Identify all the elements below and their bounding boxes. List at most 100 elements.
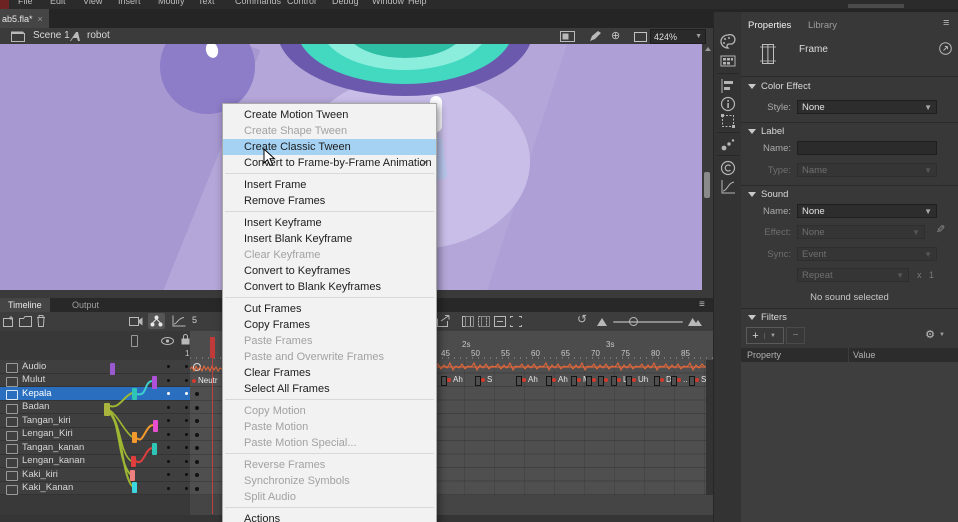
delete-layer-icon[interactable] — [36, 315, 46, 327]
tab-properties[interactable]: Properties — [748, 20, 791, 31]
visibility-eye-icon[interactable] — [161, 337, 174, 345]
menu-edit[interactable]: Edit — [50, 0, 66, 6]
motion-editor-icon[interactable] — [720, 179, 736, 195]
menu-item-cut-frames[interactable]: Cut Frames — [223, 301, 436, 317]
swatches-icon[interactable] — [720, 53, 736, 69]
menu-item-create-classic-tween[interactable]: Create Classic Tween — [223, 139, 436, 155]
lock-icon[interactable] — [181, 334, 190, 345]
onion-skin-icon[interactable] — [462, 316, 474, 327]
menu-item-clear-frames[interactable]: Clear Frames — [223, 365, 436, 381]
section-sound[interactable]: Sound — [748, 189, 788, 200]
menu-insert[interactable]: Insert — [118, 0, 141, 6]
new-layer-icon[interactable] — [3, 316, 15, 327]
disclosure-triangle-icon — [748, 315, 756, 320]
sound-repeat-dropdown: Repeat ▼ — [797, 268, 909, 282]
section-color-effect[interactable]: Color Effect — [748, 81, 810, 92]
menu-modify[interactable]: Modify — [158, 0, 185, 6]
camera-icon[interactable] — [129, 316, 143, 327]
menu-item-actions[interactable]: Actions — [223, 511, 436, 522]
menu-item-paste-motion-special: Paste Motion Special... — [223, 435, 436, 451]
info-panel-icon[interactable] — [720, 96, 736, 112]
label-name-input[interactable] — [797, 141, 937, 155]
menu-window[interactable]: Window — [372, 0, 404, 6]
close-tab-icon[interactable]: × — [38, 14, 43, 24]
breadcrumb-symbol[interactable]: robot — [87, 30, 110, 41]
menu-separator — [225, 507, 434, 508]
mouse-cursor — [263, 148, 276, 167]
menu-help[interactable]: Help — [408, 0, 427, 6]
menu-item-remove-frames[interactable]: Remove Frames — [223, 193, 436, 209]
menu-item-copy-frames[interactable]: Copy Frames — [223, 317, 436, 333]
help-link-icon[interactable] — [939, 42, 952, 55]
zoom-out-frames-icon[interactable] — [597, 318, 607, 326]
chevron-down-icon: ▼ — [695, 33, 702, 40]
brush-settings-icon[interactable] — [720, 137, 736, 153]
center-frame-icon[interactable]: ⊕ — [611, 29, 620, 42]
menu-text[interactable]: Text — [198, 0, 215, 6]
export-frames-icon[interactable] — [437, 315, 450, 327]
tab-output[interactable]: Output — [64, 298, 107, 312]
modify-markers-icon[interactable] — [510, 316, 522, 327]
edit-sound-pencil-icon[interactable]: ✎ — [936, 223, 945, 236]
layer-icon — [6, 431, 18, 441]
document-tab[interactable]: ab5.fla* × — [0, 9, 49, 28]
menu-item-copy-motion: Copy Motion — [223, 403, 436, 419]
playhead-marker[interactable] — [210, 337, 215, 358]
style-dropdown[interactable]: None ▼ — [797, 100, 937, 114]
menu-debug[interactable]: Debug — [332, 0, 359, 6]
menu-item-insert-keyframe[interactable]: Insert Keyframe — [223, 215, 436, 231]
breadcrumb-scene[interactable]: Scene 1 — [33, 30, 70, 41]
menu-item-convert-to-keyframes[interactable]: Convert to Keyframes — [223, 263, 436, 279]
menu-commands[interactable]: Commands — [235, 0, 281, 6]
remove-filter-button[interactable]: − — [786, 327, 805, 344]
menu-item-synchronize-symbols: Synchronize Symbols — [223, 473, 436, 489]
menu-control[interactable]: Control — [287, 0, 316, 6]
menu-item-convert-frame-by-frame[interactable]: Convert to Frame-by-Frame Animation > — [223, 155, 436, 171]
edit-symbols-icon[interactable] — [589, 31, 602, 42]
clip-icon[interactable] — [560, 31, 575, 42]
menu-view[interactable]: View — [83, 0, 102, 6]
new-folder-icon[interactable] — [19, 316, 32, 327]
cc-libraries-icon[interactable] — [720, 160, 736, 176]
zoom-in-frames-icon[interactable] — [688, 316, 702, 326]
fit-to-window-icon[interactable] — [634, 32, 647, 42]
section-filters[interactable]: Filters — [748, 312, 787, 323]
parenting-view-icon — [150, 315, 163, 327]
add-filter-button[interactable]: + ▼ — [746, 327, 784, 344]
zoom-level-select[interactable]: 424% ▼ — [650, 29, 706, 44]
tab-timeline[interactable]: Timeline — [0, 298, 50, 312]
menu-file[interactable]: File — [18, 0, 33, 6]
frame-zoom-slider-knob[interactable] — [629, 317, 638, 326]
filters-value-column: Value — [853, 350, 875, 360]
frame-1-column[interactable]: Neutr — [190, 360, 222, 495]
undo-icon[interactable]: ↺ — [577, 312, 587, 326]
menu-item-insert-frame[interactable]: Insert Frame — [223, 177, 436, 193]
edit-multiple-frames-icon[interactable] — [494, 316, 506, 327]
sound-name-dropdown[interactable]: None ▼ — [797, 204, 937, 218]
timeline-frames-grid[interactable]: Ah S Ah Ah M E L Uh D .. S — [435, 360, 706, 495]
onion-skin-outline-icon[interactable] — [478, 316, 490, 327]
frame-zoom-slider-track[interactable] — [613, 321, 683, 323]
sound-name-label: Name: — [741, 206, 791, 217]
stage-vscroll-thumb[interactable] — [704, 172, 710, 198]
menu-item-convert-to-blank-keyframes[interactable]: Convert to Blank Keyframes — [223, 279, 436, 295]
graph-editor-icon[interactable] — [172, 315, 186, 327]
ruler-frame-1: 1 — [185, 349, 189, 358]
transform-panel-icon[interactable] — [720, 113, 736, 129]
menu-item-create-motion-tween[interactable]: Create Motion Tween — [223, 107, 436, 123]
timeline-panel-menu-icon[interactable]: ≡ — [699, 299, 705, 310]
layer-color-swatch-kepala — [132, 388, 137, 400]
color-palette-icon[interactable] — [720, 34, 736, 50]
section-label[interactable]: Label — [748, 126, 784, 137]
menu-item-select-all-frames[interactable]: Select All Frames — [223, 381, 436, 397]
filter-options-button[interactable]: ⚙ ▼ — [919, 327, 951, 342]
tab-library[interactable]: Library — [808, 20, 837, 31]
parenting-view-button[interactable] — [148, 313, 165, 329]
menu-item-insert-blank-keyframe[interactable]: Insert Blank Keyframe — [223, 231, 436, 247]
workspace-switcher[interactable] — [848, 4, 904, 8]
stage-vertical-scrollbar[interactable] — [702, 44, 713, 298]
align-panel-icon[interactable] — [720, 78, 736, 94]
chevron-down-icon: ▼ — [939, 332, 945, 338]
animate-application-window: File Edit View Insert Modify Text Comman… — [0, 0, 958, 522]
properties-panel-menu-icon[interactable]: ≡ — [943, 17, 949, 29]
